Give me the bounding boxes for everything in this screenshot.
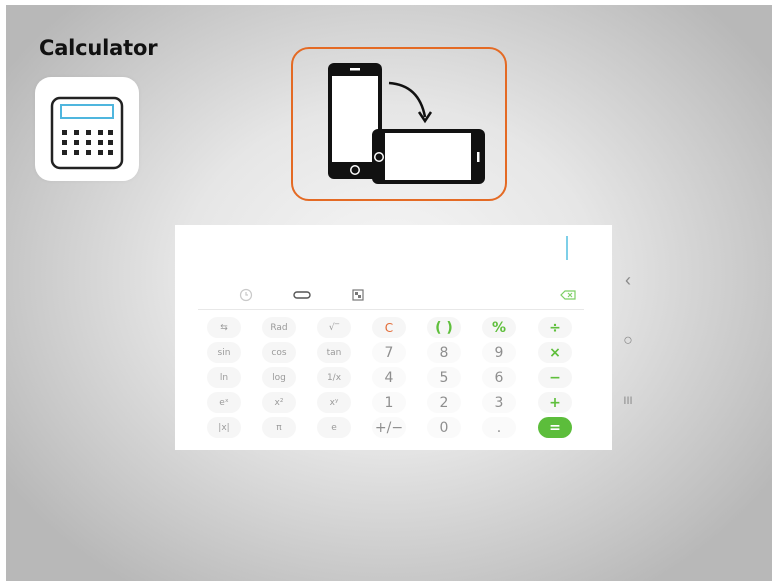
key-0-6[interactable]: ÷ <box>538 317 572 338</box>
key-4-3[interactable]: +/− <box>372 417 406 438</box>
navigation-bar: ‹ ○ III <box>612 225 644 450</box>
key-4-1[interactable]: π <box>262 417 296 438</box>
recents-button[interactable]: III <box>612 395 644 407</box>
key-3-6[interactable]: + <box>538 392 572 413</box>
key-3-5[interactable]: 3 <box>482 392 516 413</box>
page-title: Calculator <box>39 36 158 60</box>
key-4-5[interactable]: . <box>482 417 516 438</box>
key-0-2[interactable]: √‾ <box>317 317 351 338</box>
key-0-3[interactable]: C <box>372 317 406 338</box>
key-1-0[interactable]: sin <box>207 342 241 363</box>
key-1-6[interactable]: × <box>538 342 572 363</box>
scientific-toggle-icon[interactable] <box>343 285 373 305</box>
rotate-phone-icon <box>328 63 485 184</box>
key-3-0[interactable]: eˣ <box>207 392 241 413</box>
calculator-app-icon[interactable] <box>35 77 139 181</box>
slide: Calculator ⇆ Rad √‾ C () % ÷ sin cos ta… <box>6 5 772 581</box>
key-2-5[interactable]: 6 <box>482 367 516 388</box>
key-0-1[interactable]: Rad <box>262 317 296 338</box>
key-4-2[interactable]: e <box>317 417 351 438</box>
key-0-5[interactable]: % <box>482 317 516 338</box>
key-4-6[interactable]: = <box>538 417 572 438</box>
key-4-0[interactable]: |x| <box>207 417 241 438</box>
unit-converter-icon[interactable] <box>287 285 317 305</box>
key-2-6[interactable]: − <box>538 367 572 388</box>
text-cursor <box>566 236 568 260</box>
backspace-icon[interactable] <box>553 285 583 305</box>
key-4-4[interactable]: 0 <box>427 417 461 438</box>
key-0-4[interactable]: ( ) <box>427 317 461 338</box>
key-1-1[interactable]: cos <box>262 342 296 363</box>
calculator-toolbar <box>198 285 584 305</box>
home-button[interactable]: ○ <box>612 332 644 350</box>
calculator-screen: ⇆ Rad √‾ C( )% ÷ sin cos tan 7 8 9 × ln log 1/x 4 5 6− eˣ x… <box>175 225 612 450</box>
key-1-5[interactable]: 9 <box>482 342 516 363</box>
key-1-4[interactable]: 8 <box>427 342 461 363</box>
key-3-1[interactable]: x² <box>262 392 296 413</box>
key-2-0[interactable]: ln <box>207 367 241 388</box>
key-2-3[interactable]: 4 <box>372 367 406 388</box>
divider <box>198 309 584 310</box>
key-3-4[interactable]: 2 <box>427 392 461 413</box>
history-icon[interactable] <box>231 285 261 305</box>
key-0-0[interactable]: ⇆ <box>207 317 241 338</box>
key-1-2[interactable]: tan <box>317 342 351 363</box>
key-2-4[interactable]: 5 <box>427 367 461 388</box>
key-1-3[interactable]: 7 <box>372 342 406 363</box>
key-2-1[interactable]: log <box>262 367 296 388</box>
key-3-3[interactable]: 1 <box>372 392 406 413</box>
key-3-2[interactable]: xʸ <box>317 392 351 413</box>
key-2-2[interactable]: 1/x <box>317 367 351 388</box>
rotate-phone-box <box>291 47 507 201</box>
calculator-icon <box>50 96 124 170</box>
back-button[interactable]: ‹ <box>612 270 644 291</box>
